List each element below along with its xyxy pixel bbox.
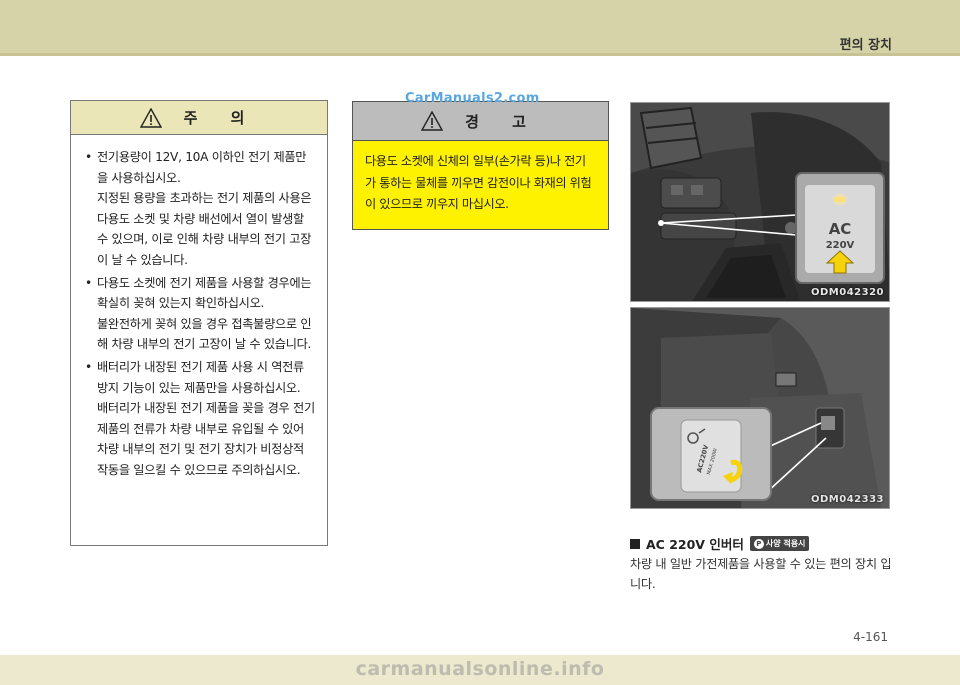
caution-body: • 전기용량이 12V, 10A 이하인 전기 제품만 을 사용하십시오. 지정… [71, 135, 327, 481]
header-band [0, 0, 960, 56]
option-badge: P 사양 적용시 [749, 536, 810, 551]
caution-box: 주 의 • 전기용량이 12V, 10A 이하인 전기 제품만 을 사용하십시오… [70, 100, 328, 546]
warning-text: 다용도 소켓에 신체의 일부(손가락 등)나 전기가 통하는 물체를 끼우면 감… [353, 141, 608, 229]
photo-code: ODM042320 [810, 287, 884, 298]
dashboard-illustration: AC 220V [631, 103, 889, 301]
watermark-bottom: carmanualsonline.info [355, 658, 605, 680]
warning-box: 경 고 다용도 소켓에 신체의 일부(손가락 등)나 전기가 통하는 물체를 끼… [352, 101, 609, 230]
caution-title: 주 의 [183, 109, 259, 127]
cargo-illustration: AC220V MAX 200W [631, 308, 889, 508]
page-number: 4-161 [853, 630, 888, 644]
cargo-photo: AC220V MAX 200W ODM042333 [630, 307, 890, 509]
feature-heading-text: AC 220V 인버터 [646, 537, 744, 552]
feature-heading: AC 220V 인버터 P 사양 적용시 [630, 534, 810, 553]
caution-paragraph: 배터리가 내장된 전기 제품 사용 시 역전류 방지 기능이 있는 제품만을 사… [97, 359, 304, 395]
ac-button-sublabel: 220V [826, 240, 855, 251]
section-title: 편의 장치 [839, 38, 892, 53]
caution-paragraph: 지정된 용량을 초과하는 전기 제품의 사용은 다용도 소켓 및 차량 배선에서… [97, 191, 312, 267]
bullet-icon: • [85, 150, 92, 164]
photo-code: ODM042333 [810, 494, 884, 505]
caution-item: • 전기용량이 12V, 10A 이하인 전기 제품만 을 사용하십시오. 지정… [85, 147, 317, 271]
caution-paragraph: 불완전하게 꽂혀 있을 경우 접촉불량으로 인해 차량 내부의 전기 고장이 날… [97, 316, 312, 352]
caution-header: 주 의 [71, 101, 327, 135]
caution-paragraph: 전기용량이 12V, 10A 이하인 전기 제품만 을 사용하십시오. [97, 150, 307, 185]
bullet-icon: • [85, 275, 92, 290]
ac-button-label: AC [829, 220, 852, 238]
warning-triangle-icon [139, 107, 162, 128]
option-icon: P [753, 538, 764, 549]
warning-header: 경 고 [353, 102, 608, 141]
caution-paragraph: 다용도 소켓에 전기 제품을 사용할 경우에는 확실히 꽂혀 있는지 확인하십시… [97, 275, 312, 311]
square-bullet-icon [630, 538, 640, 549]
feature-description: 차량 내 일반 가전제품을 사용할 수 있는 편의 장치 입니다. [630, 557, 892, 591]
bullet-icon: • [85, 359, 92, 374]
caution-item: • 배터리가 내장된 전기 제품 사용 시 역전류 방지 기능이 있는 제품만을… [85, 357, 317, 481]
warning-triangle-icon [421, 111, 444, 131]
dashboard-photo: AC 220V ODM042320 [630, 102, 890, 302]
caution-paragraph: 배터리가 내장된 전기 제품을 꽂을 경우 전기 제품의 전류가 차량 내부로 … [97, 401, 315, 477]
option-badge-text: 사양 적용시 [765, 539, 806, 548]
warning-title: 경 고 [465, 112, 540, 131]
watermark-top: CarManuals2.com [405, 91, 540, 106]
caution-item: • 다용도 소켓에 전기 제품을 사용할 경우에는 확실히 꽂혀 있는지 확인하… [85, 273, 317, 355]
